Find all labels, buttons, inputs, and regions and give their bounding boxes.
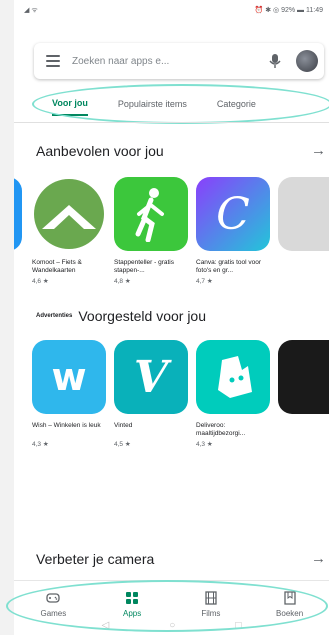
nav-films[interactable]: Films [181,590,241,618]
back-icon[interactable]: ◁ [102,620,110,631]
app-card-vinted[interactable]: V Vinted 4,5 ★ [114,340,194,448]
apps-grid-icon [126,591,139,604]
suggested-header: Advertenties Voorgesteld voor jou [36,308,326,324]
app-rating: 4,8 ★ [114,278,131,285]
status-clock: ⏰ ✱ ◎ 92% ▬ 11:49 [254,7,323,14]
app-card-wish[interactable]: w Wish – Winkelen is leuk 4,3 ★ [32,340,112,448]
status-right: ⏰ ✱ ◎ 92% ▬ 11:49 [255,6,323,14]
status-left: ◢ ᯤ [24,6,38,15]
app-name: Canva: gratis tool voor foto's en gr... [196,259,262,274]
camera-header[interactable]: Verbeter je camera → [36,550,326,567]
signal-icon: ◢ ᯤ [24,6,38,14]
app-rating: 4,5 ★ [114,441,131,448]
tabs-divider [14,122,329,123]
top-tabs: Voor jou Populairste items Categorie [34,90,329,118]
arrow-right-icon[interactable]: → [311,142,326,159]
app-card-komoot[interactable]: Komoot – Fiets & Wandelkaarten 4,6 ★ [32,177,112,285]
partial-app-icon [278,340,329,414]
nav-apps[interactable]: Apps [102,590,162,618]
app-name: Deliveroo: maaltijdbezorgi... [196,422,246,437]
canva-icon: C [196,177,270,251]
book-icon [283,590,296,605]
camera-title: Verbeter je camera [36,550,155,567]
tab-populairste-items[interactable]: Populairste items [118,93,187,115]
app-card-canva[interactable]: C Canva: gratis tool voor foto's en gr..… [196,177,276,285]
app-card-deliveroo[interactable]: Deliveroo: maaltijdbezorgi... 4,3 ★ [196,340,276,448]
suggested-title: Voorgesteld voor jou [78,308,206,324]
partial-app-icon [278,177,329,251]
nav-games[interactable]: Games [23,590,83,618]
ads-label: Advertenties [36,313,73,319]
arrow-right-icon[interactable]: → [311,550,326,567]
app-rating: 4,7 ★ [196,278,213,285]
home-icon[interactable]: ○ [169,620,175,631]
app-name: Wish – Winkelen is leuk [32,422,101,429]
app-name: Stappenteller - gratis stappen-... [114,259,174,274]
avatar[interactable] [296,50,318,72]
recents-icon[interactable]: □ [235,620,241,631]
film-icon [205,590,217,605]
app-card-stappenteller[interactable]: Stappenteller - gratis stappen-... 4,8 ★ [114,177,194,285]
hamburger-menu-icon[interactable] [46,55,60,67]
phone-screen: ◢ ᯤ ⏰ ✱ ◎ 92% ▬ 11:49 Zoeken naar apps e… [14,0,329,635]
gamepad-icon [46,592,61,603]
partial-app-icon [14,177,22,251]
app-rating: 4,3 ★ [196,441,213,448]
wish-icon: w [32,340,106,414]
tab-categorieen[interactable]: Categorie [217,93,256,115]
recommended-title: Aanbevolen voor jou [36,142,164,159]
nav-boeken[interactable]: Boeken [260,590,320,618]
partial-app-card[interactable] [278,177,329,251]
partial-app-card[interactable] [278,340,329,414]
status-bar: ◢ ᯤ ⏰ ✱ ◎ 92% ▬ 11:49 [14,0,329,20]
search-input[interactable]: Zoeken naar apps e... [72,56,268,67]
app-rating: 4,3 ★ [32,441,49,448]
app-name: Vinted [114,422,133,429]
suggested-row: w Wish – Winkelen is leuk 4,3 ★ V Vinted… [14,340,329,460]
komoot-icon [32,177,106,251]
app-rating: 4,6 ★ [32,278,49,285]
microphone-icon[interactable] [268,53,282,69]
vinted-icon: V [114,340,188,414]
partial-app-card[interactable] [14,177,28,251]
search-bar[interactable]: Zoeken naar apps e... [34,43,324,79]
recommended-header[interactable]: Aanbevolen voor jou → [36,142,326,159]
system-navigation: ◁ ○ □ [14,615,329,635]
deliveroo-icon [196,340,270,414]
tab-voor-jou[interactable]: Voor jou [52,92,88,116]
recommended-row: Komoot – Fiets & Wandelkaarten 4,6 ★ Sta… [14,177,329,297]
app-name: Komoot – Fiets & Wandelkaarten [32,259,82,274]
pedometer-icon [114,177,188,251]
